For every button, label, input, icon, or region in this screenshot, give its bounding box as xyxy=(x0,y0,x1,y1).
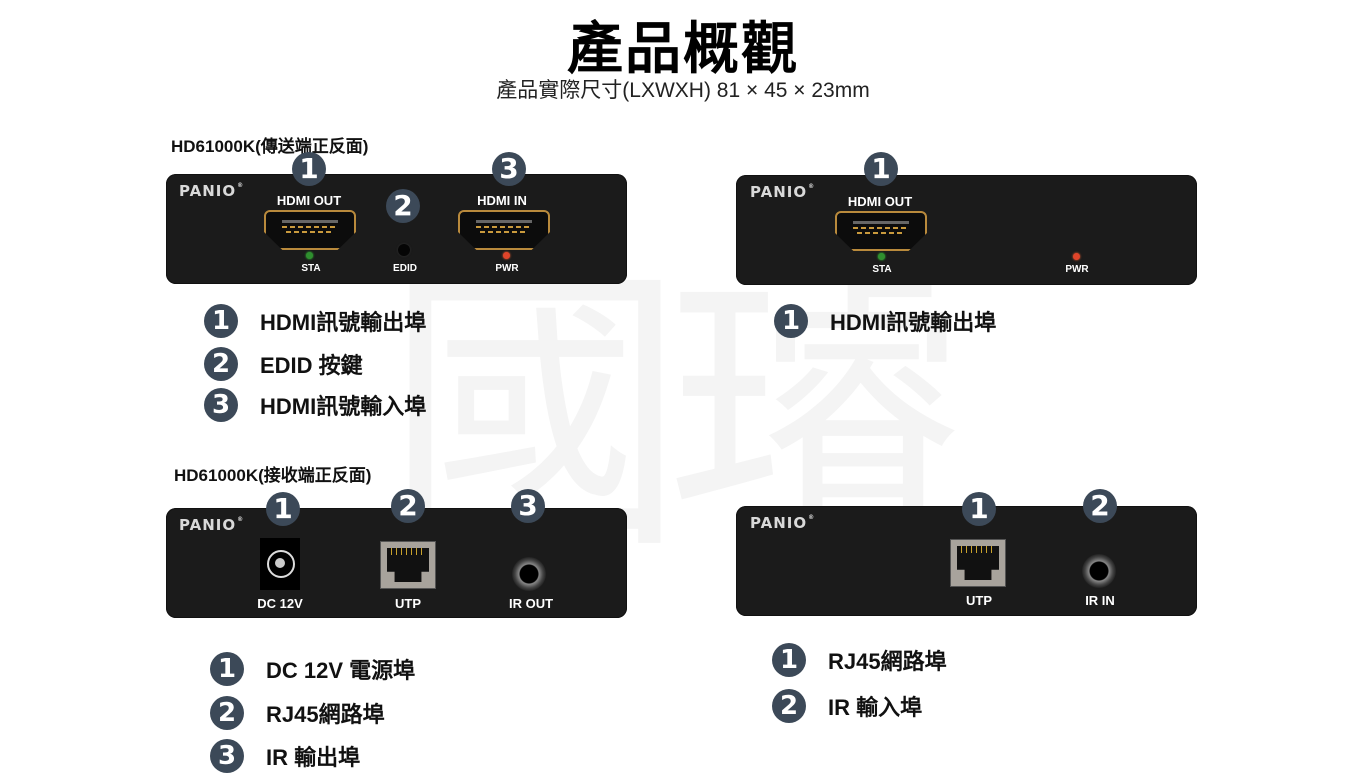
legend-badge: 1 xyxy=(774,304,808,338)
pwr-led xyxy=(503,252,510,259)
legend-badge: 1 xyxy=(204,304,238,338)
legend-text: RJ45網路埠 xyxy=(828,649,947,674)
legend-item: 2 EDID 按鍵 xyxy=(204,347,363,381)
legend-text: IR 輸出埠 xyxy=(266,745,361,770)
hdmi-out-port xyxy=(835,211,927,251)
badge-1: 1 xyxy=(292,152,326,186)
legend-item: 3 IR 輸出埠 xyxy=(210,739,360,773)
legend-item: 3 HDMI訊號輸入埠 xyxy=(204,388,426,422)
sta-led xyxy=(878,253,885,260)
badge-3: 3 xyxy=(511,489,545,523)
dc-label: DC 12V xyxy=(257,596,303,611)
page-title: 產品概觀 xyxy=(567,17,799,80)
rj45-port xyxy=(380,541,436,589)
ir-in-jack xyxy=(1082,554,1116,588)
legend-text: DC 12V 電源埠 xyxy=(266,658,416,683)
legend-badge: 3 xyxy=(210,739,244,773)
brand-logo: PANIO® xyxy=(179,516,245,534)
legend-item: 1 HDMI訊號輸出埠 xyxy=(774,304,996,338)
ir-in-label: IR IN xyxy=(1085,593,1115,608)
hdmi-out-label: HDMI OUT xyxy=(847,194,913,209)
legend-badge: 2 xyxy=(210,696,244,730)
pwr-led xyxy=(1073,253,1080,260)
badge-2: 2 xyxy=(1083,489,1117,523)
dc-power-jack xyxy=(260,538,300,590)
rj45-port xyxy=(950,539,1006,587)
sta-label: STA xyxy=(301,263,321,274)
edid-label: EDID xyxy=(393,263,417,274)
sta-label: STA xyxy=(872,264,892,275)
legend-item: 2 IR 輸入埠 xyxy=(772,689,922,723)
legend-text: EDID 按鍵 xyxy=(260,353,363,378)
pwr-label: PWR xyxy=(495,263,519,274)
receiver-back-panel: PANIO® UTP IR IN xyxy=(736,506,1197,616)
badge-2: 2 xyxy=(391,489,425,523)
legend-text: HDMI訊號輸入埠 xyxy=(260,394,427,419)
ir-out-jack xyxy=(512,557,546,591)
legend-item: 1 RJ45網路埠 xyxy=(772,643,947,677)
product-dimensions: 產品實際尺寸(LXWXH) 81 × 45 × 23mm xyxy=(496,79,870,102)
hdmi-out-label: HDMI OUT xyxy=(276,193,342,208)
sta-led xyxy=(306,252,313,259)
receiver-front-panel: PANIO® DC 12V UTP IR OUT xyxy=(166,508,627,618)
legend-item: 1 DC 12V 電源埠 xyxy=(210,652,415,686)
brand-logo: PANIO® xyxy=(750,183,816,201)
legend-badge: 2 xyxy=(772,689,806,723)
pwr-label: PWR xyxy=(1065,264,1089,275)
brand-logo: PANIO® xyxy=(750,514,816,532)
ir-out-label: IR OUT xyxy=(508,596,554,611)
hdmi-in-label: HDMI IN xyxy=(477,193,527,208)
legend-text: IR 輸入埠 xyxy=(828,695,923,720)
transmitter-back-panel: PANIO® HDMI OUT STA PWR xyxy=(736,175,1197,285)
badge-3: 3 xyxy=(492,152,526,186)
receiver-section-title: HD61000K(接收端正反面) xyxy=(174,466,372,485)
legend-badge: 1 xyxy=(210,652,244,686)
legend-item: 2 RJ45網路埠 xyxy=(210,696,385,730)
hdmi-out-port xyxy=(264,210,356,250)
utp-label: UTP xyxy=(395,596,421,611)
badge-1: 1 xyxy=(266,492,300,526)
legend-badge: 2 xyxy=(204,347,238,381)
badge-1: 1 xyxy=(864,152,898,186)
legend-badge: 3 xyxy=(204,388,238,422)
badge-2: 2 xyxy=(386,189,420,223)
edid-button[interactable] xyxy=(398,244,410,256)
badge-1: 1 xyxy=(962,492,996,526)
legend-text: RJ45網路埠 xyxy=(266,702,385,727)
legend-text: HDMI訊號輸出埠 xyxy=(260,310,427,335)
utp-label: UTP xyxy=(966,593,992,608)
hdmi-in-port xyxy=(458,210,550,250)
legend-text: HDMI訊號輸出埠 xyxy=(830,310,997,335)
legend-badge: 1 xyxy=(772,643,806,677)
brand-logo: PANIO® xyxy=(179,182,245,200)
legend-item: 1 HDMI訊號輸出埠 xyxy=(204,304,426,338)
transmitter-section-title: HD61000K(傳送端正反面) xyxy=(171,137,369,156)
